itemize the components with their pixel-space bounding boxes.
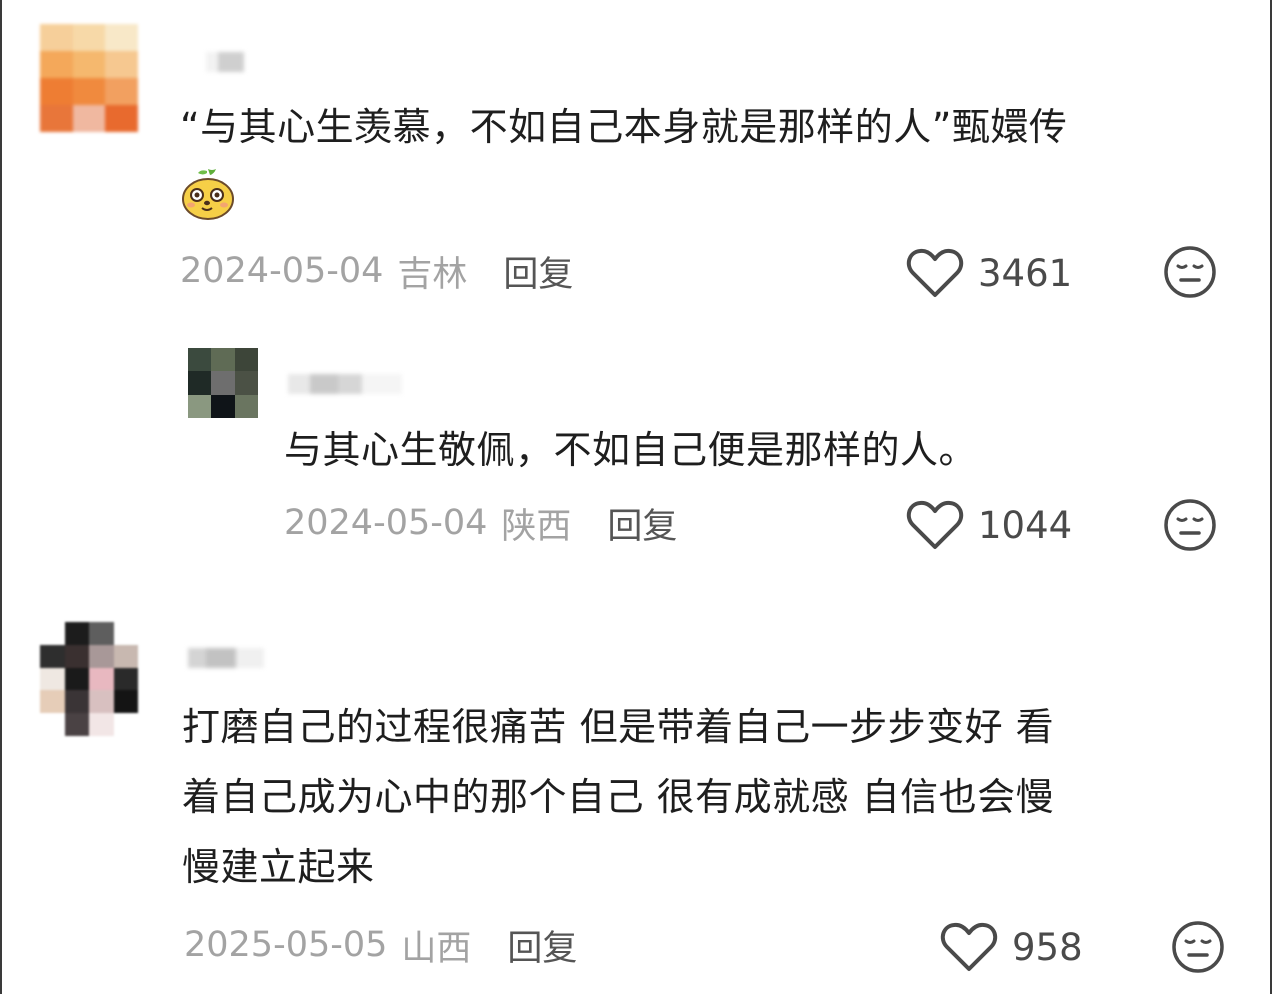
comment-date: 2024-05-04 bbox=[284, 503, 488, 543]
avatar-pixel bbox=[188, 371, 212, 395]
heart-outline-icon bbox=[906, 248, 964, 297]
avatar-pixel bbox=[113, 690, 138, 714]
avatar-pixel bbox=[40, 713, 65, 736]
neutral-face-icon[interactable] bbox=[1171, 920, 1225, 974]
avatar-pixel bbox=[40, 644, 65, 668]
avatar-pixel bbox=[234, 348, 258, 372]
username-redacted[interactable] bbox=[206, 52, 244, 72]
like-count: 1044 bbox=[978, 503, 1073, 547]
like-button[interactable]: 958 bbox=[940, 922, 1083, 972]
avatar-pixel bbox=[211, 371, 235, 395]
avatar-pixel bbox=[40, 105, 73, 132]
neutral-face-icon[interactable] bbox=[1163, 245, 1217, 299]
avatar-pixel bbox=[113, 622, 138, 645]
avatar-pixel bbox=[40, 78, 73, 105]
avatar-pixel bbox=[188, 348, 212, 372]
username-redacted[interactable] bbox=[288, 374, 402, 394]
avatar-pixel bbox=[89, 667, 114, 691]
reply-comment-item: 与其心生敬佩，不如自己便是那样的人。 2024-05-04 陕西 回复 1044 bbox=[0, 320, 1272, 580]
avatar-pixel bbox=[211, 348, 235, 372]
avatar-pixel bbox=[113, 713, 138, 736]
comment-region: 山西 bbox=[401, 928, 472, 969]
avatar[interactable] bbox=[188, 348, 258, 418]
avatar-pixel bbox=[113, 667, 138, 691]
heart-outline-icon bbox=[906, 500, 964, 549]
avatar-pixel bbox=[188, 394, 212, 418]
avatar-pixel bbox=[40, 51, 73, 78]
avatar-pixel bbox=[105, 51, 138, 78]
avatar-pixel bbox=[64, 667, 89, 691]
comment-text: “与其心生羡慕，不如自己本身就是那样的人”甄嬛传 bbox=[180, 92, 1067, 162]
avatar-pixel bbox=[89, 690, 114, 714]
comment-region: 陕西 bbox=[501, 506, 572, 547]
like-button[interactable]: 1044 bbox=[906, 500, 1072, 550]
comment-meta: 2024-05-04 吉林 回复 bbox=[180, 246, 573, 296]
comment-text-line: 着自己成为心中的那个自己 很有成就感 自信也会慢 bbox=[182, 775, 1055, 819]
avatar-pixel bbox=[72, 78, 106, 105]
avatar-pixel bbox=[72, 24, 106, 51]
avatar-pixel bbox=[40, 667, 65, 691]
avatar-pixel bbox=[40, 690, 65, 714]
avatar-pixel bbox=[64, 644, 89, 668]
neutral-face-icon[interactable] bbox=[1163, 498, 1217, 552]
reply-button[interactable]: 回复 bbox=[503, 246, 573, 297]
avatar-pixel bbox=[234, 371, 258, 395]
avatar[interactable] bbox=[40, 24, 138, 132]
avatar-pixel bbox=[64, 622, 89, 645]
comment-item: 打磨自己的过程很痛苦 但是带着自己一步步变好 看 着自己成为心中的那个自己 很有… bbox=[0, 600, 1272, 994]
avatar-pixel bbox=[72, 51, 106, 78]
avatar-pixel bbox=[64, 690, 89, 714]
comment-region: 吉林 bbox=[397, 254, 468, 295]
heart-outline-icon bbox=[940, 922, 998, 971]
avatar-pixel bbox=[40, 24, 73, 51]
cute-mascot-emoji-icon bbox=[182, 169, 234, 220]
comment-date: 2024-05-04 bbox=[180, 251, 384, 291]
avatar-pixel bbox=[64, 713, 89, 736]
reply-button[interactable]: 回复 bbox=[607, 498, 677, 549]
avatar-pixel bbox=[40, 622, 65, 645]
comment-date: 2025-05-05 bbox=[184, 925, 388, 965]
avatar-pixel bbox=[113, 644, 138, 668]
comment-item: “与其心生羡慕，不如自己本身就是那样的人”甄嬛传 2024-05-04 吉林 回… bbox=[0, 0, 1272, 320]
avatar-pixel bbox=[89, 622, 114, 645]
avatar-pixel bbox=[211, 394, 235, 418]
comment-text-line: 与其心生敬佩，不如自己便是那样的人。 bbox=[284, 428, 978, 472]
like-count: 958 bbox=[1012, 925, 1083, 969]
avatar-pixel bbox=[105, 24, 138, 51]
avatar[interactable] bbox=[40, 622, 138, 736]
reply-button[interactable]: 回复 bbox=[507, 920, 577, 971]
comment-text: 与其心生敬佩，不如自己便是那样的人。 bbox=[284, 415, 977, 485]
comment-meta: 2024-05-04 陕西 回复 bbox=[284, 498, 677, 548]
avatar-pixel bbox=[89, 644, 114, 668]
avatar-pixel bbox=[72, 105, 106, 132]
like-count: 3461 bbox=[978, 251, 1073, 295]
avatar-pixel bbox=[89, 713, 114, 736]
comment-text-line: 慢建立起来 bbox=[182, 845, 375, 889]
like-button[interactable]: 3461 bbox=[906, 248, 1072, 298]
comment-meta: 2025-05-05 山西 回复 bbox=[184, 920, 577, 970]
avatar-pixel bbox=[105, 78, 138, 105]
avatar-pixel bbox=[234, 394, 258, 418]
avatar-pixel bbox=[105, 105, 138, 132]
username-redacted[interactable] bbox=[188, 648, 264, 668]
comment-text: 打磨自己的过程很痛苦 但是带着自己一步步变好 看 着自己成为心中的那个自己 很有… bbox=[182, 692, 1054, 902]
comment-text-line: “与其心生羡慕，不如自己本身就是那样的人”甄嬛传 bbox=[180, 105, 1068, 149]
comment-text-line: 打磨自己的过程很痛苦 但是带着自己一步步变好 看 bbox=[182, 705, 1055, 749]
